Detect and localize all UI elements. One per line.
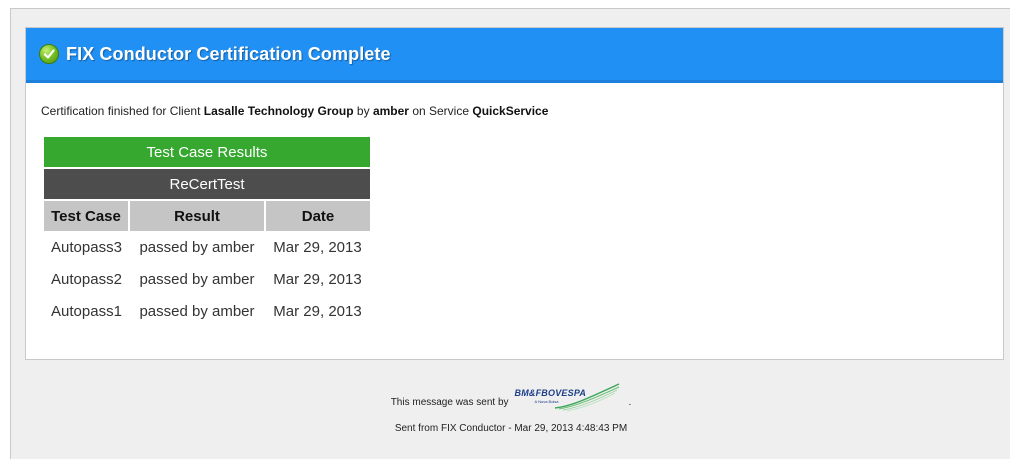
email-frame: FIX Conductor Certification Complete Cer…	[10, 8, 1010, 459]
date-cell: Mar 29, 2013	[273, 238, 362, 256]
test-case-cell: Autopass3	[51, 238, 122, 256]
green-check-icon	[39, 44, 59, 64]
suite-name: ReCertTest	[44, 168, 370, 201]
summary-prefix: Certification finished for Client	[41, 104, 201, 118]
client-name: Lasalle Technology Group	[203, 104, 354, 118]
result-cell: passed by amber	[139, 270, 255, 288]
sent-from-line: Sent from FIX Conductor - Mar 29, 2013 4…	[394, 423, 628, 434]
date-cell: Mar 29, 2013	[273, 302, 362, 320]
column-header-result: Result	[128, 200, 265, 231]
date-cell: Mar 29, 2013	[273, 270, 362, 288]
user-name: amber	[372, 104, 409, 118]
table-row: Autopass1 passed by amber Mar 29, 2013	[44, 295, 370, 327]
results-title: Test Case Results	[44, 137, 370, 169]
summary-on-service: on Service	[412, 104, 470, 118]
summary-by: by	[356, 104, 370, 118]
bmfbovespa-logo: BM&FBOVESPA A Nova Bolsa	[513, 382, 623, 412]
column-header-test-case: Test Case	[44, 200, 129, 231]
table-row: Autopass2 passed by amber Mar 29, 2013	[44, 263, 370, 295]
table-row: Autopass3 passed by amber Mar 29, 2013	[44, 231, 370, 263]
footer-sent-by: This message was sent by BM&FBOVESPA A N…	[11, 382, 1011, 412]
test-case-cell: Autopass2	[51, 270, 122, 288]
title-banner: FIX Conductor Certification Complete	[26, 28, 1003, 83]
page-title: FIX Conductor Certification Complete	[66, 43, 391, 64]
service-name: QuickService	[472, 104, 549, 118]
column-header-date: Date	[264, 200, 370, 231]
sent-by-period: .	[628, 397, 632, 408]
test-case-cell: Autopass1	[51, 302, 122, 320]
result-cell: passed by amber	[139, 238, 255, 256]
result-cell: passed by amber	[139, 302, 255, 320]
test-case-results-table: Test Case Results ReCertTest Test Case R…	[44, 137, 370, 327]
certification-card: FIX Conductor Certification Complete Cer…	[25, 27, 1004, 360]
sent-by-text: This message was sent by	[390, 397, 509, 408]
logo-swoosh-icon	[554, 383, 619, 412]
certification-summary: Certification finished for Client Lasall…	[41, 104, 548, 118]
